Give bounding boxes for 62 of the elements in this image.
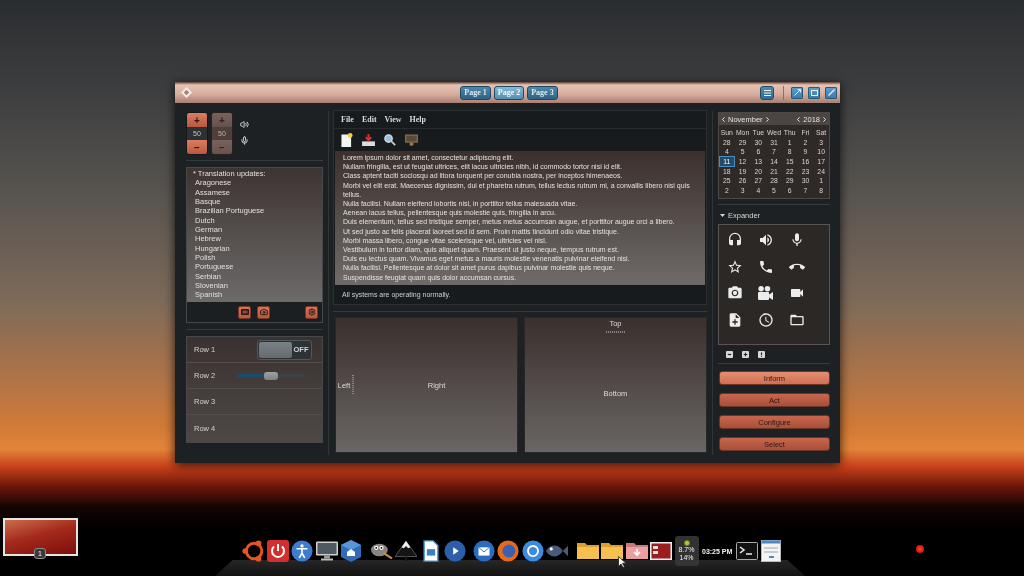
accessibility-icon[interactable]: [291, 540, 313, 562]
microphone-icon[interactable]: [240, 136, 249, 145]
mountain-icon[interactable]: [395, 540, 417, 562]
speaker-icon[interactable]: [757, 232, 774, 249]
page-tab[interactable]: Page 1: [460, 85, 491, 100]
settings-icon: [307, 308, 316, 316]
house-cube-icon[interactable]: [340, 540, 362, 562]
movie-camera-icon[interactable]: [758, 286, 773, 301]
diagonal-line-icon: [827, 89, 835, 96]
camera-button[interactable]: [257, 305, 270, 319]
window-thumbnail-icon[interactable]: [650, 540, 672, 562]
terminal-icon[interactable]: [735, 540, 758, 562]
diamond-icon: [181, 87, 192, 98]
minus-icon[interactable]: [726, 351, 733, 358]
menu-icon: [763, 89, 771, 96]
maximize-button[interactable]: [808, 86, 820, 99]
exclamation-icon[interactable]: [758, 351, 765, 358]
image-button[interactable]: [238, 305, 251, 319]
square-icon: [810, 89, 818, 96]
menu-item[interactable]: View: [384, 115, 402, 124]
text-view[interactable]: [335, 151, 705, 285]
plus-icon[interactable]: [742, 351, 749, 358]
mail-icon[interactable]: [472, 540, 495, 562]
chevron-left-icon[interactable]: [797, 116, 801, 122]
chevron-right-icon[interactable]: [823, 116, 826, 122]
browser-ring-icon[interactable]: [521, 540, 544, 562]
tray-arrow-icon[interactable]: [362, 134, 375, 146]
status-dot-icon: [916, 545, 924, 553]
gauge-icon: [683, 539, 690, 546]
play-icon[interactable]: [444, 540, 466, 562]
monitor-icon[interactable]: [315, 540, 338, 562]
diagonal-arrow-icon: [793, 89, 801, 96]
ring-logo-icon[interactable]: [242, 540, 264, 562]
increment-button[interactable]: +: [187, 113, 207, 127]
pane-handle[interactable]: [352, 375, 354, 395]
camera-icon: [259, 308, 268, 316]
frame-icon: [240, 309, 249, 315]
cursor-icon: [618, 556, 626, 568]
pane-handle[interactable]: [605, 331, 626, 333]
settings-button[interactable]: [305, 305, 318, 319]
chevron-left-icon[interactable]: [722, 116, 725, 122]
search-icon[interactable]: [384, 134, 396, 146]
new-document-icon[interactable]: [341, 133, 353, 147]
form-window-icon[interactable]: [760, 540, 783, 562]
clock-icon[interactable]: [757, 312, 774, 329]
menu-item[interactable]: File: [341, 115, 354, 124]
menu-item[interactable]: Edit: [361, 115, 377, 124]
speaker-icon[interactable]: [240, 120, 249, 129]
menu-item[interactable]: Help: [409, 115, 427, 124]
globe-icon[interactable]: [497, 540, 519, 562]
chevron-right-icon[interactable]: [765, 116, 769, 122]
decrement-button[interactable]: −: [187, 140, 207, 154]
menu-button[interactable]: [760, 85, 774, 100]
minimize-button[interactable]: [791, 86, 803, 99]
phone-icon[interactable]: [757, 258, 774, 275]
star-icon[interactable]: [726, 258, 743, 275]
slider-thumb[interactable]: [264, 371, 278, 380]
workspace-thumbnail[interactable]: [3, 518, 78, 556]
power-icon[interactable]: [266, 540, 289, 562]
folder-icon[interactable]: [601, 540, 623, 562]
page-tab[interactable]: Page 3: [527, 85, 558, 100]
close-button[interactable]: [825, 86, 837, 99]
